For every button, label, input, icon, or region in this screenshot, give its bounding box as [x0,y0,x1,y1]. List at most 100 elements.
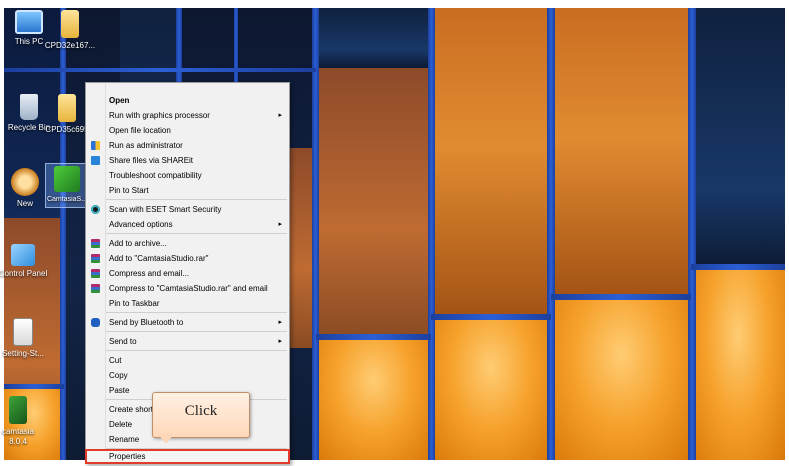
window-frame [60,8,66,460]
menu-item-send-to[interactable]: Send to ▸ [87,334,288,349]
desktop-icon-label: camtasia 8.0.4 [1,427,34,446]
document-icon [13,318,33,346]
menu-item-copy[interactable]: Copy [87,368,288,383]
desktop-icon-camtasia[interactable]: CamtasiaS... [45,163,89,208]
wallpaper-panel [691,8,785,268]
folder-icon [61,10,79,38]
menu-item-label: Cut [109,356,122,365]
menu-item-compress-to-rar-and-email[interactable]: Compress to "CamtasiaStudio.rar" and ema… [87,281,288,296]
menu-item-label: Paste [109,386,130,395]
menu-item-label: Pin to Taskbar [109,299,160,308]
submenu-arrow-icon: ▸ [278,319,282,326]
menu-item-label: Troubleshoot compatibility [109,171,202,180]
menu-item-label: Scan with ESET Smart Security [109,205,222,214]
window-frame [4,384,64,389]
menu-item-label: Run as administrator [109,141,183,150]
bluetooth-icon [91,318,100,327]
window-frame [4,68,316,72]
callout-text: Click [184,403,218,419]
wallpaper-panel [551,298,691,460]
desktop-icon-label: This PC [14,37,44,46]
wallpaper-panel [316,8,431,68]
menu-separator [106,199,287,200]
submenu-arrow-icon: ▸ [278,338,282,345]
menu-item-troubleshoot-compatibility[interactable]: Troubleshoot compatibility [87,168,288,183]
menu-item-open[interactable]: Open [87,93,288,108]
menu-item-send-by-bluetooth[interactable]: Send by Bluetooth to ▸ [87,315,288,330]
control-panel-icon [11,244,35,266]
menu-item-open-file-location[interactable]: Open file location [87,123,288,138]
wallpaper-panel [431,318,551,460]
desktop-icon-folder[interactable]: CPD32e167... [40,10,100,51]
menu-item-label: Run with graphics processor [109,111,210,120]
menu-item-compress-and-email[interactable]: Compress and email... [87,266,288,281]
folder-icon [58,94,76,122]
menu-item-run-with-graphics-processor[interactable]: Run with graphics processor ▸ [87,108,288,123]
menu-separator [106,448,287,449]
winrar-icon [91,284,100,293]
menu-item-label: Copy [109,371,128,380]
menu-item-label: Send to [109,337,137,346]
archive-icon [9,396,27,424]
window-frame [428,8,435,460]
menu-item-pin-to-start[interactable]: Pin to Start [87,183,288,198]
window-frame [431,314,551,320]
menu-item-label: Compress to "CamtasiaStudio.rar" and ema… [109,284,268,293]
callout-pointer [158,434,174,444]
menu-separator [106,312,287,313]
menu-item-label: Delete [109,420,133,429]
menu-separator [106,331,287,332]
recycle-bin-icon [20,94,38,120]
menu-item-add-to-archive[interactable]: Add to archive... [87,236,288,251]
desktop-icon-label: Setting-St... [2,349,44,358]
eset-icon [91,205,100,214]
wallpaper-panel [316,68,431,338]
wallpaper-panel [691,268,785,460]
shareit-icon [91,156,100,165]
winrar-icon [91,239,100,248]
menu-item-add-to-rar[interactable]: Add to "CamtasiaStudio.rar" [87,251,288,266]
desktop-icon-label: New [16,199,33,208]
menu-item-label: Open file location [109,126,171,135]
menu-item-label: Advanced options [109,220,173,229]
window-frame [312,8,319,460]
menu-item-share-via-shareit[interactable]: Share files via SHAREit [87,153,288,168]
desktop-icon-archive[interactable]: camtasia 8.0.4 [0,396,42,447]
app-icon [11,168,39,196]
window-frame [316,334,431,340]
menu-item-pin-to-taskbar[interactable]: Pin to Taskbar [87,296,288,311]
winrar-icon [91,269,100,278]
menu-item-label: Share files via SHAREit [109,156,194,165]
menu-item-run-as-administrator[interactable]: Run as administrator [87,138,288,153]
menu-item-advanced-options[interactable]: Advanced options ▸ [87,217,288,232]
window-frame [551,294,691,300]
menu-item-label: Add to "CamtasiaStudio.rar" [109,254,209,263]
this-pc-icon [15,10,43,34]
submenu-arrow-icon: ▸ [278,112,282,119]
winrar-icon [91,254,100,263]
menu-separator [106,233,287,234]
window-frame [547,8,555,460]
menu-item-label: Properties [109,452,146,461]
menu-item-properties[interactable]: Properties [85,449,290,464]
window-frame [688,8,696,460]
shield-icon [91,141,100,150]
wallpaper-panel [316,338,431,460]
menu-item-label: Open [109,96,130,105]
click-callout: Click [152,392,250,438]
desktop-icon-document[interactable]: Setting-St... [0,318,52,359]
menu-separator [106,350,287,351]
desktop-icon-label: CPD35c695 [45,125,89,134]
menu-item-cut[interactable]: Cut [87,353,288,368]
desktop-icon-label: Control Panel [0,269,48,278]
menu-item-label: Rename [109,435,140,444]
menu-item-label: Add to archive... [109,239,167,248]
camtasia-icon [54,166,80,192]
desktop-icon-label: CPD32e167... [44,41,96,50]
menu-item-scan-with-eset[interactable]: Scan with ESET Smart Security [87,202,288,217]
window-frame [691,264,785,270]
menu-item-label: Compress and email... [109,269,190,278]
desktop-icon-control-panel[interactable]: Control Panel [0,244,52,279]
menu-item-label: Pin to Start [109,186,149,195]
submenu-arrow-icon: ▸ [278,221,282,228]
